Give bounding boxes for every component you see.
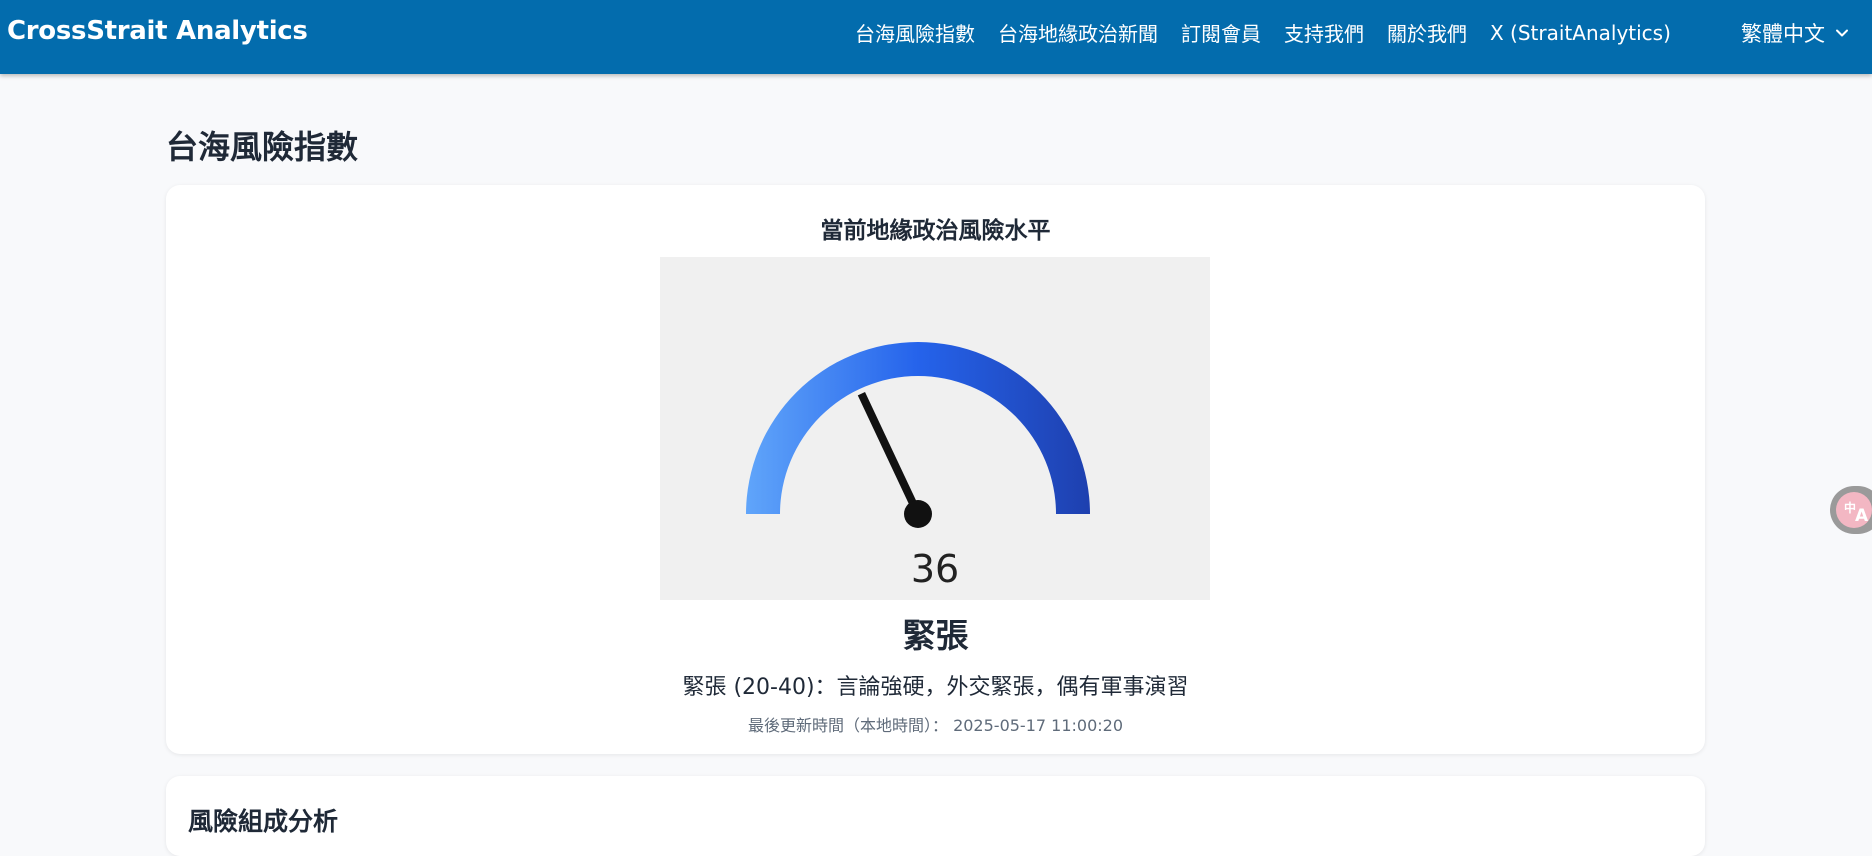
nav-link-about[interactable]: 關於我們 xyxy=(1387,18,1467,47)
risk-gauge: 36 xyxy=(660,257,1210,600)
risk-level-label: 緊張 xyxy=(902,616,969,655)
language-selector[interactable]: 繁體中文 xyxy=(1741,18,1849,48)
brand-logo[interactable]: CrossStrait Analytics xyxy=(7,16,308,46)
translate-button[interactable]: 中 A xyxy=(1830,486,1872,534)
nav-link-risk-index[interactable]: 台海風險指數 xyxy=(855,18,975,47)
language-label: 繁體中文 xyxy=(1741,22,1825,46)
chevron-down-icon xyxy=(1836,29,1848,37)
risk-level-card: 當前地緣政治風險水平 36 緊張 緊張 (20-40)：言論強硬，外交緊張，偶有… xyxy=(166,185,1705,754)
risk-breakdown-card: 風險組成分析 xyxy=(166,776,1705,856)
gauge-arc xyxy=(746,342,1090,514)
page-title: 台海風險指數 xyxy=(166,128,359,166)
nav-link-geopolitical-news[interactable]: 台海地緣政治新聞 xyxy=(998,18,1158,47)
translate-icon: 中 A xyxy=(1836,492,1872,528)
nav-link-x-account[interactable]: X (StraitAnalytics) xyxy=(1490,21,1671,45)
last-updated-timestamp: 最後更新時間（本地時間）： 2025-05-17 11:00:20 xyxy=(747,716,1124,735)
nav-links: 台海風險指數 台海地緣政治新聞 訂閱會員 支持我們 關於我們 X (Strait… xyxy=(855,18,1694,47)
risk-card-heading: 當前地緣政治風險水平 xyxy=(820,218,1051,244)
risk-breakdown-title: 風險組成分析 xyxy=(188,807,339,836)
risk-level-description: 緊張 (20-40)：言論強硬，外交緊張，偶有軍事演習 xyxy=(682,675,1189,700)
gauge-value: 36 xyxy=(910,547,960,591)
gauge-needle-hub xyxy=(904,500,932,528)
nav-link-subscribe[interactable]: 訂閱會員 xyxy=(1181,18,1261,47)
gauge-needle xyxy=(857,391,922,516)
top-navbar: CrossStrait Analytics 台海風險指數 台海地緣政治新聞 訂閱… xyxy=(0,0,1872,74)
nav-link-support[interactable]: 支持我們 xyxy=(1284,18,1364,47)
